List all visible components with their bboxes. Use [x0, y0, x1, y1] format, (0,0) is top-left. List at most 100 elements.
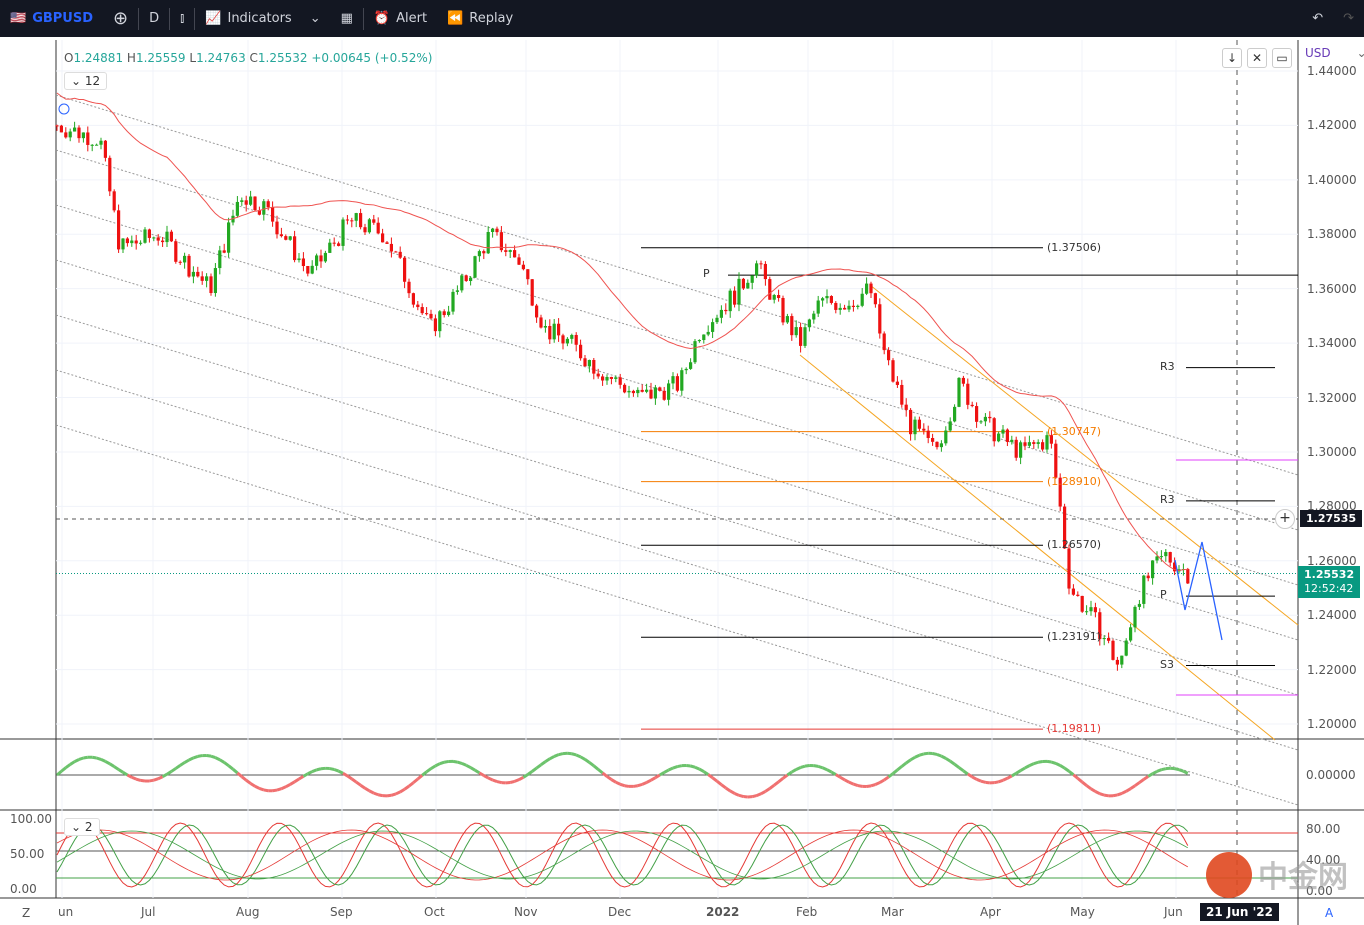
candle-body: [169, 231, 173, 242]
candle-body: [552, 323, 556, 340]
candle-body: [671, 376, 675, 384]
osc1-segment: [280, 785, 287, 791]
osc1-segment: [1125, 787, 1132, 793]
osc1-segment: [395, 790, 401, 796]
candle-body: [526, 269, 530, 280]
osc1-segment: [359, 783, 366, 790]
osc1-segment: [711, 776, 718, 783]
osc1-segment: [135, 777, 142, 782]
candle-body: [1159, 556, 1163, 558]
candle-body: [684, 368, 688, 371]
osc1-segment: [113, 765, 120, 771]
auto-scale-button[interactable]: A: [1325, 906, 1333, 920]
osc1-segment: [91, 755, 97, 760]
candle-body: [341, 219, 345, 246]
candle-body: [543, 326, 547, 328]
price-tick: 1.40000: [1307, 172, 1357, 187]
candle-body: [1089, 607, 1093, 612]
osc1-segment: [738, 793, 744, 798]
time-tick: May: [1070, 905, 1095, 919]
candle-body: [345, 219, 349, 221]
osc1-segment: [953, 763, 960, 769]
osc1-segment: [390, 792, 397, 797]
osc1-segment: [109, 762, 115, 768]
osc1-segment: [980, 779, 986, 784]
candle-body: [191, 271, 195, 277]
indicators-collapse-button[interactable]: ⌄ 12: [64, 72, 108, 90]
candle-body: [337, 243, 341, 246]
candle-body: [385, 242, 389, 244]
osc1-segment: [1033, 760, 1039, 766]
time-tick: Jun: [1164, 905, 1183, 919]
candle-body: [161, 240, 165, 243]
candle-body: [825, 296, 829, 299]
candle-body: [1186, 569, 1190, 584]
candle-body: [838, 307, 842, 310]
candle-body: [1155, 556, 1159, 561]
osc2-right-tick: 80.00: [1306, 822, 1341, 836]
candle-body: [750, 275, 754, 283]
candle-body: [763, 263, 767, 280]
pivot-label: R3: [1160, 492, 1175, 506]
candle-body: [244, 200, 248, 205]
candle-body: [130, 240, 134, 244]
candle-body: [411, 293, 415, 305]
candle-body: [667, 383, 671, 400]
candle-body: [59, 125, 63, 133]
candle-body: [315, 255, 319, 266]
timezone-button[interactable]: Z: [22, 906, 30, 920]
osc1-segment: [1099, 792, 1105, 797]
osc1-segment: [1147, 772, 1154, 778]
candle-body: [649, 389, 653, 399]
candle-body: [697, 340, 701, 342]
scroll-down-button[interactable]: ↓: [1222, 48, 1242, 68]
price-tick: 1.22000: [1307, 662, 1357, 677]
osc1-segment: [690, 764, 696, 769]
candle-body: [354, 213, 358, 221]
osc1-segment: [624, 784, 630, 788]
chart-canvas[interactable]: [0, 0, 1364, 925]
osc1-segment: [140, 778, 146, 783]
candle-body: [491, 228, 495, 232]
candle-body: [944, 430, 948, 444]
candle-body: [95, 144, 99, 146]
osc1-segment: [416, 774, 424, 781]
osc1-segment: [592, 764, 600, 771]
collapse-button[interactable]: ✕: [1247, 48, 1267, 68]
maximize-button[interactable]: ▭: [1272, 48, 1292, 68]
osc1-segment: [760, 790, 767, 796]
candle-body: [398, 251, 402, 258]
price-tick: 1.30000: [1307, 444, 1357, 459]
candle-body: [834, 302, 838, 310]
osc1-segment: [377, 793, 383, 798]
osc1-segment: [1002, 776, 1009, 782]
osc1-segment: [1156, 768, 1162, 773]
candle-body: [55, 125, 59, 127]
osc1-segment: [346, 774, 353, 781]
candle-body: [539, 317, 543, 328]
candle-body: [332, 242, 336, 244]
candle-body: [513, 250, 517, 258]
osc1-segment: [1129, 784, 1136, 790]
osc1-segment: [1116, 791, 1123, 797]
osc1-segment: [1006, 774, 1013, 780]
currency-selector[interactable]: USD ⌄: [1305, 46, 1364, 60]
osc1-segment: [918, 752, 925, 757]
candle-body: [711, 322, 715, 332]
candle-body: [680, 370, 684, 391]
candle-body: [376, 222, 380, 234]
candle-body: [301, 258, 305, 267]
candle-body: [728, 290, 732, 312]
osc1-segment: [483, 774, 489, 780]
add-alert-plus-button[interactable]: +: [1275, 509, 1295, 529]
candle-body: [794, 327, 798, 336]
candle-body: [702, 334, 706, 341]
candle-body: [948, 421, 952, 431]
osc1-segment: [702, 770, 710, 776]
osc1-segment: [412, 777, 419, 784]
osc-collapse-button[interactable]: ⌄ 2: [64, 818, 100, 836]
osc1-segment: [830, 770, 837, 776]
osc1-segment: [227, 764, 234, 771]
osc1-segment: [223, 761, 230, 767]
candle-body: [790, 316, 794, 336]
